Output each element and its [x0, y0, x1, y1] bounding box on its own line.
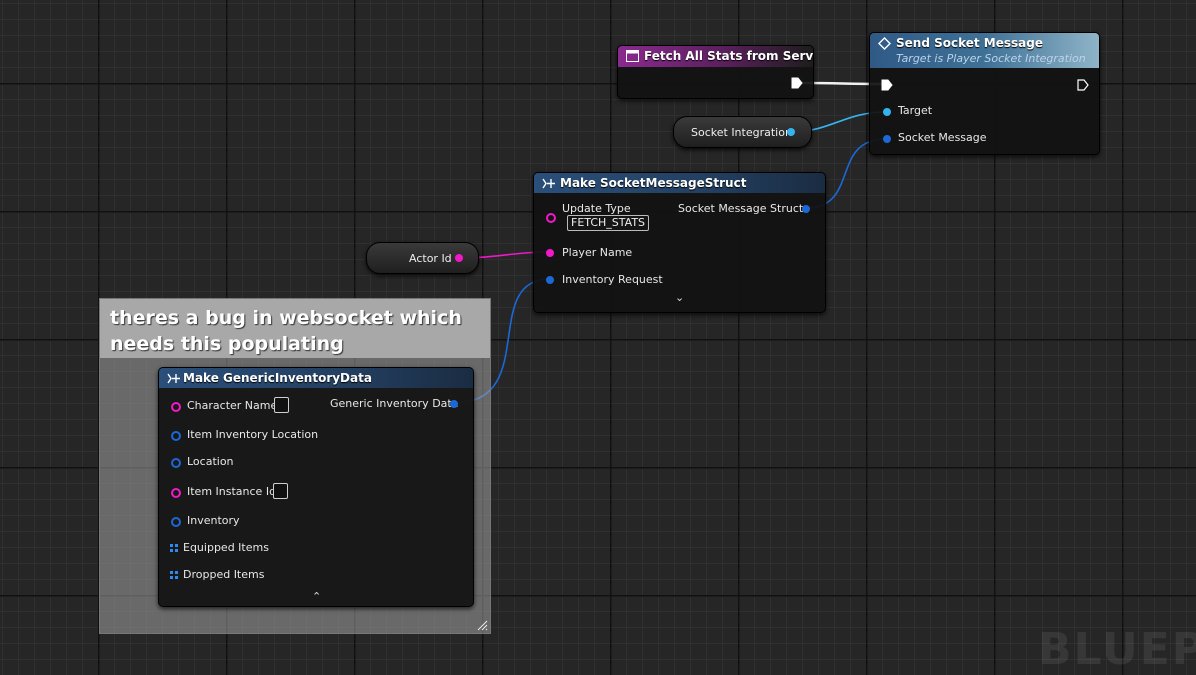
event-node-header: Fetch All Stats from Server — [618, 46, 813, 67]
generic-inventory-data-output-pin[interactable] — [450, 400, 458, 408]
event-node-title: Fetch All Stats from Server — [644, 49, 813, 63]
update-type-label: Update Type — [562, 202, 631, 215]
character-name-label: Character Name — [187, 399, 278, 412]
make-inventory-node-title: Make GenericInventoryData — [183, 371, 372, 385]
item-inventory-location-pin[interactable] — [171, 431, 181, 441]
dropped-items-label: Dropped Items — [183, 568, 265, 581]
inventory-request-pin[interactable] — [546, 276, 554, 284]
target-pin-label: Target — [898, 104, 933, 117]
dropped-items-array-pin-icon[interactable] — [170, 571, 178, 579]
exec-out-pin-icon[interactable] — [791, 77, 803, 89]
event-node-fetch-all-stats[interactable]: Fetch All Stats from Server — [617, 45, 814, 99]
target-pin[interactable] — [883, 108, 891, 116]
item-instance-id-label: Item Instance Id — [187, 485, 277, 498]
blueprint-watermark: BLUEP — [1037, 624, 1196, 675]
actor-id-out-pin[interactable] — [455, 254, 463, 262]
socket-integration-variable[interactable]: Socket Integration — [673, 116, 812, 148]
socket-message-pin-label: Socket Message — [898, 131, 987, 144]
inventory-pin[interactable] — [171, 517, 181, 527]
resize-grip-icon[interactable] — [476, 619, 488, 631]
make-generic-inventory-data-node[interactable]: Make GenericInventoryData Character Name… — [158, 367, 474, 607]
send-node-title: Send Socket Message — [896, 36, 1043, 50]
actor-id-label: Actor Id — [409, 252, 452, 265]
function-icon — [878, 37, 891, 50]
generic-inventory-data-output-label: Generic Inventory Data — [330, 397, 459, 410]
character-name-input[interactable] — [274, 397, 289, 413]
make-socket-message-struct-node[interactable]: Make SocketMessageStruct Update Type FET… — [533, 172, 826, 313]
socket-integration-out-pin[interactable] — [787, 128, 795, 136]
event-icon — [626, 50, 639, 62]
socket-message-pin[interactable] — [883, 135, 891, 143]
comment-text: theres a bug in websocket which needs th… — [110, 307, 462, 355]
item-instance-id-input[interactable] — [273, 483, 288, 499]
make-inventory-node-header: Make GenericInventoryData — [159, 368, 473, 388]
expand-chevron-icon[interactable]: ⌄ — [675, 291, 684, 304]
update-type-pin[interactable] — [546, 213, 556, 223]
item-inventory-location-label: Item Inventory Location — [187, 428, 319, 441]
location-label: Location — [187, 455, 234, 468]
player-name-pin[interactable] — [546, 249, 554, 257]
make-socket-node-header: Make SocketMessageStruct — [534, 173, 825, 193]
item-instance-id-pin[interactable] — [171, 488, 181, 498]
make-struct-icon — [542, 178, 555, 189]
update-type-dropdown[interactable]: FETCH_STATS — [567, 215, 650, 231]
send-node-header: Send Socket Message Target is Player Soc… — [870, 33, 1099, 68]
character-name-pin[interactable] — [171, 402, 181, 412]
make-socket-node-title: Make SocketMessageStruct — [560, 176, 747, 190]
actor-id-variable[interactable]: Actor Id — [366, 242, 479, 274]
player-name-label: Player Name — [562, 246, 633, 259]
function-node-send-socket-message[interactable]: Send Socket Message Target is Player Soc… — [869, 32, 1100, 155]
socket-message-struct-output-label: Socket Message Struct — [678, 202, 804, 215]
collapse-chevron-icon[interactable]: ⌃ — [312, 590, 321, 603]
socket-integration-label: Socket Integration — [691, 126, 792, 139]
comment-header[interactable]: theres a bug in websocket which needs th… — [100, 299, 490, 358]
equipped-items-array-pin-icon[interactable] — [170, 544, 178, 552]
send-node-subtitle: Target is Player Socket Integration — [896, 52, 1086, 65]
make-struct-icon — [167, 373, 180, 384]
exec-in-pin-icon[interactable] — [881, 79, 893, 91]
location-pin[interactable] — [171, 458, 181, 468]
exec-out-pin-icon[interactable] — [1077, 79, 1089, 91]
equipped-items-label: Equipped Items — [183, 541, 269, 554]
inventory-label: Inventory — [187, 514, 240, 527]
inventory-request-label: Inventory Request — [562, 273, 663, 286]
socket-message-struct-output-pin[interactable] — [802, 205, 810, 213]
